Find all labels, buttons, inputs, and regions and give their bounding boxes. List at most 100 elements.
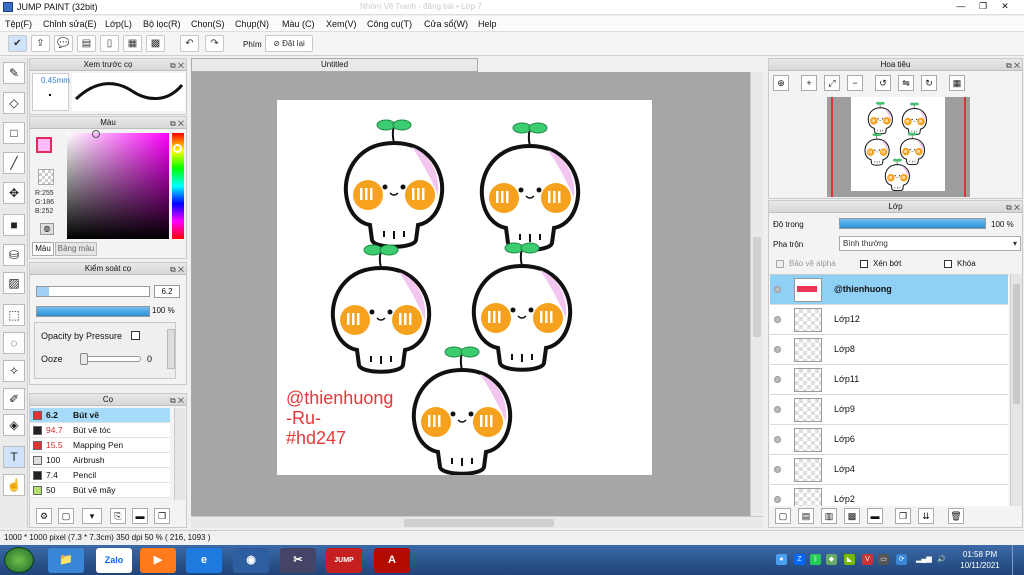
- rect-tool-icon[interactable]: □: [3, 122, 25, 144]
- canvas-horizontal-scrollbar[interactable]: [191, 516, 763, 528]
- merge-layer-icon[interactable]: ⇊: [918, 508, 934, 524]
- select-eraser-icon[interactable]: ◈: [3, 414, 25, 436]
- brush-list-scrollbar[interactable]: [174, 408, 185, 500]
- comment-icon[interactable]: 💬: [54, 35, 73, 52]
- menu-help[interactable]: Help: [478, 19, 497, 29]
- layer-list-scrollbar[interactable]: [1010, 274, 1022, 506]
- brush-item[interactable]: 6.2 Bút vẽ: [30, 408, 170, 423]
- visibility-icon[interactable]: [774, 316, 781, 323]
- opacity-slider[interactable]: [36, 306, 150, 317]
- foreground-color-swatch[interactable]: [36, 137, 52, 153]
- ooze-slider-handle[interactable]: [80, 353, 88, 365]
- visibility-icon[interactable]: [774, 466, 781, 473]
- visibility-icon[interactable]: [774, 376, 781, 383]
- panel-controls-icon[interactable]: ⧉ ✕: [170, 60, 184, 71]
- brush-type-icon[interactable]: ▾: [82, 508, 102, 524]
- brush-item[interactable]: 100 Airbrush: [30, 453, 170, 468]
- delete-layer-icon[interactable]: 🗑: [948, 508, 964, 524]
- rotate-right-icon[interactable]: ↻: [921, 75, 937, 91]
- menu-view[interactable]: Xem(V): [326, 19, 357, 29]
- tray-signal-icon[interactable]: ▂▄▆: [916, 554, 932, 565]
- menu-tools[interactable]: Công cụ(T): [367, 19, 412, 29]
- eraser-tool-icon[interactable]: ◇: [3, 92, 25, 114]
- brush-copy-icon[interactable]: ⎘: [110, 508, 126, 524]
- flip-icon[interactable]: ⇋: [898, 75, 914, 91]
- new-text-layer-icon[interactable]: ▥: [821, 508, 837, 524]
- panel-controls-icon[interactable]: ⧉ ✕: [170, 118, 184, 129]
- document-tab[interactable]: Untitled: [191, 58, 478, 72]
- visibility-icon[interactable]: [774, 346, 781, 353]
- gradient-tool-icon[interactable]: ▨: [3, 272, 25, 294]
- clock[interactable]: 01:58 PM 10/11/2021: [958, 549, 1002, 571]
- new-layer-icon[interactable]: ▢: [775, 508, 791, 524]
- menu-window[interactable]: Cửa sổ(W): [424, 19, 468, 29]
- panel-controls-icon[interactable]: ⧉ ✕: [1006, 60, 1020, 71]
- options-scrollbar[interactable]: [167, 329, 175, 369]
- navigator-preview[interactable]: [827, 97, 970, 197]
- layer-row[interactable]: Lớp11: [770, 365, 1008, 395]
- layer-row[interactable]: Lớp6: [770, 425, 1008, 455]
- explorer-icon[interactable]: 📁: [48, 548, 84, 573]
- panel-controls-icon[interactable]: ⧉ ✕: [170, 264, 184, 275]
- visibility-icon[interactable]: [774, 496, 781, 503]
- panel-icon[interactable]: ▤: [77, 35, 96, 52]
- layer-row[interactable]: Lớp2: [770, 485, 1008, 506]
- text-tool-icon[interactable]: T: [3, 446, 25, 468]
- layer-scroll-thumb[interactable]: [1013, 284, 1020, 404]
- new-folder-icon[interactable]: ▬: [867, 508, 883, 524]
- rect-select-icon[interactable]: ⬚: [3, 304, 25, 326]
- hue-slider[interactable]: [172, 133, 184, 239]
- tray-zalo-icon[interactable]: Z: [794, 554, 805, 565]
- navigator-options-icon[interactable]: ▦: [949, 75, 965, 91]
- blend-mode-select[interactable]: Bình thường ▾: [839, 236, 1021, 251]
- menu-capture[interactable]: Chụp(N): [235, 19, 269, 29]
- vertical-scroll-thumb[interactable]: [753, 237, 761, 337]
- maximize-button[interactable]: ❐: [972, 0, 994, 13]
- layer-row[interactable]: Lớp4: [770, 455, 1008, 485]
- bucket-tool-icon[interactable]: ⛁: [3, 244, 25, 266]
- hand-tool-icon[interactable]: ☝: [3, 474, 25, 496]
- tray-display-icon[interactable]: ▭: [878, 554, 889, 565]
- panel-controls-icon[interactable]: ⧉ ✕: [170, 395, 184, 406]
- fit-window-icon[interactable]: ⤢: [824, 75, 840, 91]
- brush-item[interactable]: 50 Bút vẽ mây: [30, 483, 170, 498]
- size-value[interactable]: 6.2: [154, 285, 180, 298]
- grid-icon[interactable]: ▩: [146, 35, 165, 52]
- duplicate-layer-icon[interactable]: ❐: [895, 508, 911, 524]
- paint-tool-icon[interactable]: ✂: [280, 548, 316, 573]
- canvas-vertical-scrollbar[interactable]: [750, 72, 763, 516]
- redo-icon[interactable]: ↷: [205, 35, 224, 52]
- chrome-icon[interactable]: ◉: [233, 548, 269, 573]
- palette-icon[interactable]: ◍: [40, 223, 54, 235]
- menu-select[interactable]: Chọn(S): [191, 19, 225, 29]
- undo-icon[interactable]: ↶: [180, 35, 199, 52]
- ie-icon[interactable]: e: [186, 548, 222, 573]
- select-mode-icon[interactable]: ✔: [8, 35, 27, 52]
- tray-app-icon[interactable]: ◆: [826, 554, 837, 565]
- size-slider[interactable]: [36, 286, 150, 297]
- layer-row[interactable]: Lớp8: [770, 335, 1008, 365]
- horizontal-scroll-thumb[interactable]: [404, 519, 554, 527]
- menu-color[interactable]: Màu (C): [282, 19, 315, 29]
- tray-volume-icon[interactable]: 🔊: [936, 554, 947, 565]
- visibility-icon[interactable]: [774, 436, 781, 443]
- pdf-icon[interactable]: A: [374, 548, 410, 573]
- document-icon[interactable]: ▦: [123, 35, 142, 52]
- tray-sync-icon[interactable]: ⟳: [896, 554, 907, 565]
- layer-row[interactable]: Lớp12: [770, 305, 1008, 335]
- menu-edit[interactable]: Chỉnh sửa(E): [43, 19, 97, 29]
- protect-alpha-checkbox[interactable]: [776, 260, 784, 268]
- brush-duplicate-icon[interactable]: ❐: [154, 508, 170, 524]
- move-tool-icon[interactable]: ✥: [3, 182, 25, 204]
- zalo-icon[interactable]: Zalo: [96, 548, 132, 573]
- lock-checkbox[interactable]: [944, 260, 952, 268]
- jump-paint-icon[interactable]: JUMP: [326, 548, 362, 573]
- visibility-icon[interactable]: [774, 286, 781, 293]
- brush-settings-icon[interactable]: ⚙: [36, 508, 52, 524]
- show-desktop-button[interactable]: [1012, 545, 1024, 575]
- page-icon[interactable]: ▯: [100, 35, 119, 52]
- brush-folder-icon[interactable]: ▬: [132, 508, 148, 524]
- magic-wand-icon[interactable]: ✧: [3, 360, 25, 382]
- opacity-pressure-checkbox[interactable]: [131, 331, 140, 340]
- rotate-left-icon[interactable]: ↺: [875, 75, 891, 91]
